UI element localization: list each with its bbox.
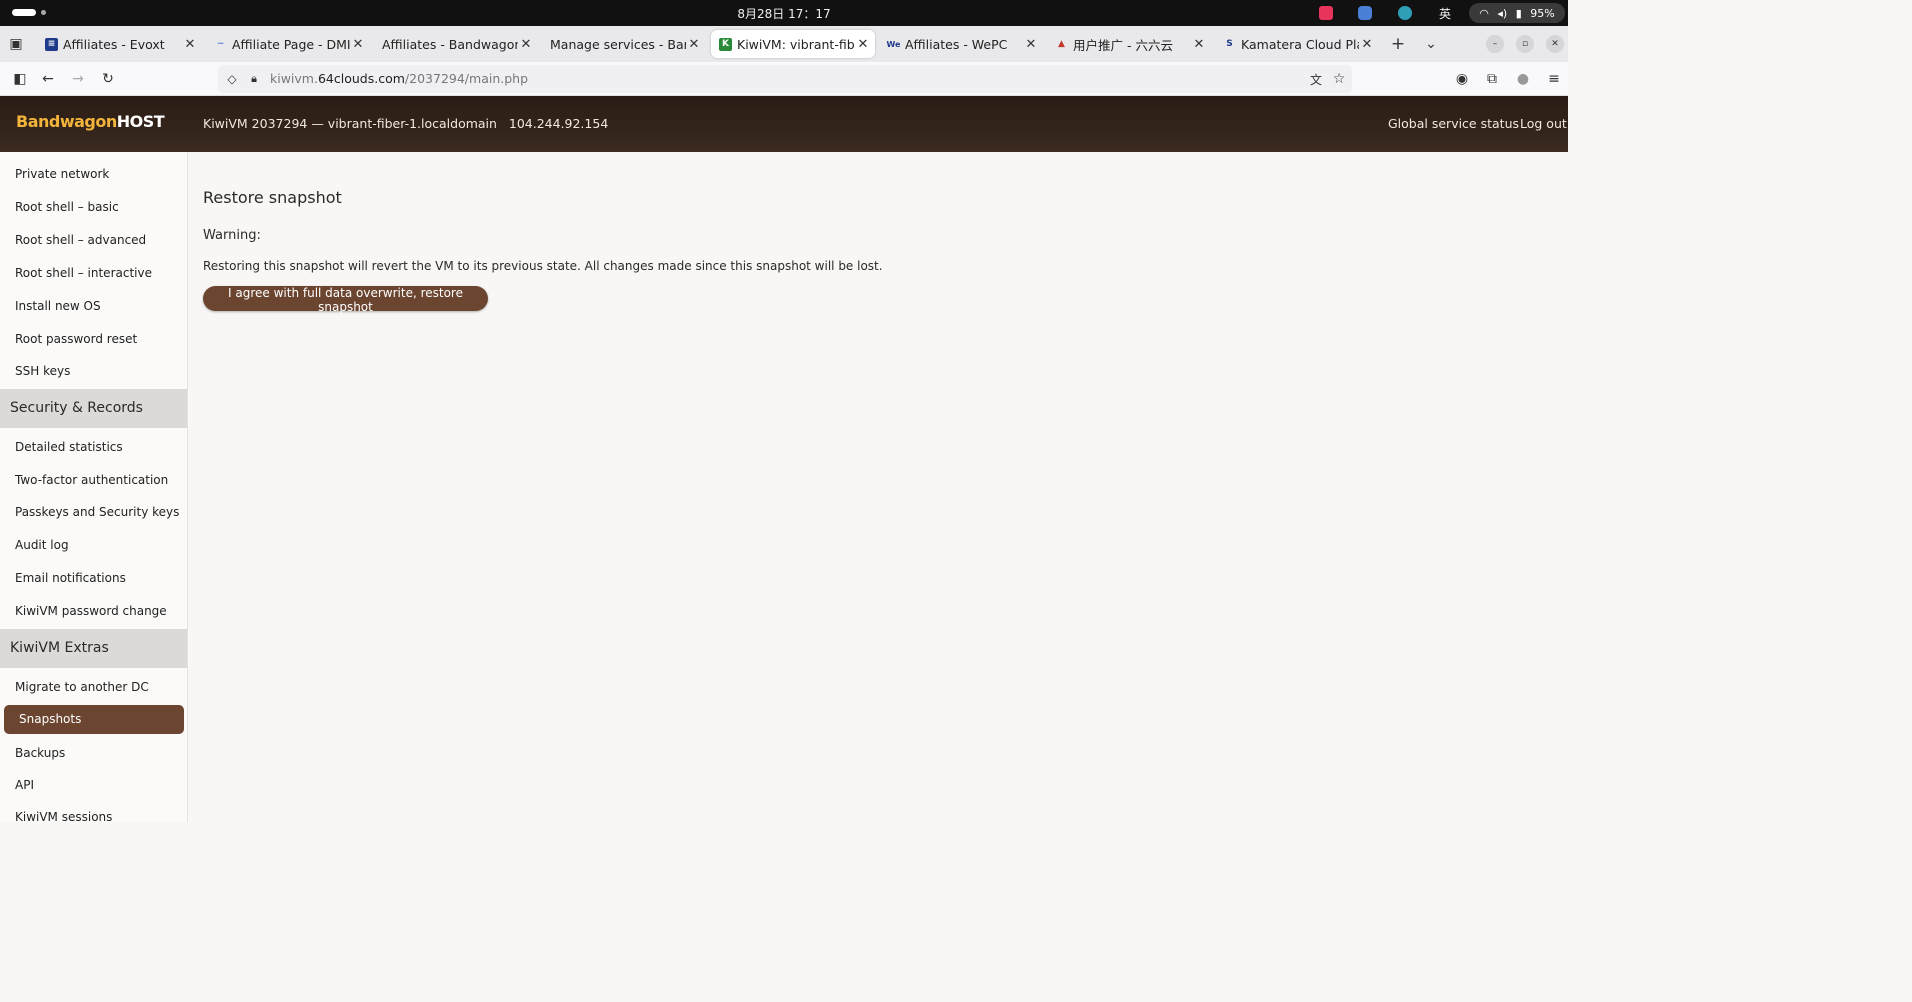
bookmark-star-icon[interactable]: ☆ bbox=[1329, 69, 1349, 89]
tab-overview-icon[interactable]: ▣ bbox=[6, 34, 26, 54]
new-tab-icon[interactable]: + bbox=[1388, 34, 1408, 54]
os-top-bar: 8月28日 17：17 英 ◠ ◂) ▮ 95% bbox=[0, 0, 1568, 26]
forward-arrow-icon[interactable]: → bbox=[68, 69, 88, 89]
tray-app-icon-teal[interactable] bbox=[1397, 3, 1413, 23]
sidebar-item-backups[interactable]: Backups bbox=[15, 746, 65, 760]
system-status-menu[interactable]: ◠ ◂) ▮ 95% bbox=[1469, 3, 1565, 23]
browser-tab-strip: ▣ ≡ Affiliates - Evoxt ✕ ~ Affiliate Pag… bbox=[0, 26, 1568, 62]
sidebar-item-root-shell-basic[interactable]: Root shell – basic bbox=[15, 200, 119, 214]
sidebar-item-audit-log[interactable]: Audit log bbox=[15, 538, 69, 552]
restore-icon[interactable]: ▫ bbox=[1516, 35, 1534, 53]
tab-dmit[interactable]: ~ Affiliate Page - DMIT, I ✕ bbox=[206, 30, 370, 58]
menu-icon[interactable]: ≡ bbox=[1544, 69, 1564, 89]
extensions-icon[interactable]: ⧉ bbox=[1482, 69, 1502, 89]
close-icon[interactable]: ✕ bbox=[855, 37, 871, 52]
tab-list-chevron-down-icon[interactable]: ⌄ bbox=[1421, 34, 1441, 54]
volume-icon: ◂) bbox=[1497, 6, 1508, 20]
close-icon[interactable]: ✕ bbox=[518, 37, 534, 52]
close-icon[interactable]: ✕ bbox=[1191, 37, 1207, 52]
sidebar-section-security: Security & Records bbox=[0, 389, 187, 428]
sidebar-item-snapshots[interactable]: Snapshots bbox=[4, 705, 184, 734]
kiwivm-favicon-icon: K bbox=[719, 37, 732, 51]
sidebar-item-root-shell-advanced[interactable]: Root shell – advanced bbox=[15, 233, 146, 247]
restore-snapshot-button[interactable]: I agree with full data overwrite, restor… bbox=[203, 286, 488, 314]
browser-nav-bar: ◧ ← → ↻ ◇ 🔒︎ kiwivm.64clouds.com/2037294… bbox=[0, 62, 1568, 96]
tray-app-icon-blue[interactable] bbox=[1357, 3, 1373, 23]
extension-circle-icon[interactable]: ● bbox=[1513, 69, 1533, 89]
battery-level: 95% bbox=[1530, 6, 1555, 20]
tab-kamatera[interactable]: S Kamatera Cloud Platfo ✕ bbox=[1215, 30, 1379, 58]
tab-bandwagon-affiliates[interactable]: Affiliates - BandwagonHo ✕ bbox=[374, 30, 538, 58]
site-header: BandwagonHOST KiwiVM 2037294 — vibrant-f… bbox=[0, 96, 1568, 152]
account-icon[interactable]: ◉ bbox=[1452, 69, 1472, 89]
tab-wepc[interactable]: We Affiliates - WePC ✕ bbox=[879, 30, 1043, 58]
close-icon[interactable]: ✕ bbox=[350, 37, 366, 52]
sidebar-item-migrate[interactable]: Migrate to another DC bbox=[15, 680, 149, 694]
window-close-icon[interactable]: ✕ bbox=[1546, 35, 1564, 53]
global-service-status-link[interactable]: Global service status bbox=[1388, 116, 1519, 131]
close-icon[interactable]: ✕ bbox=[1023, 37, 1039, 52]
sidebar-toggle-icon[interactable]: ◧ bbox=[10, 69, 30, 89]
sidebar-item-passkeys[interactable]: Passkeys and Security keys bbox=[15, 505, 179, 519]
sidebar-item-ssh-keys[interactable]: SSH keys bbox=[15, 364, 70, 378]
sidebar-item-two-factor-auth[interactable]: Two-factor authentication bbox=[15, 473, 168, 487]
sidebar-item-private-network[interactable]: Private network bbox=[15, 167, 109, 181]
lock-icon[interactable]: 🔒︎ bbox=[244, 69, 264, 89]
66yun-favicon-icon: ▲ bbox=[1058, 39, 1065, 49]
url-text[interactable]: kiwivm.64clouds.com/2037294/main.php bbox=[270, 71, 528, 86]
sidebar-item-kiwivm-password-change[interactable]: KiwiVM password change bbox=[15, 604, 167, 618]
close-icon[interactable]: ✕ bbox=[686, 37, 702, 52]
input-method-indicator[interactable]: 英 bbox=[1436, 3, 1454, 23]
sidebar: Private network Root shell – basic Root … bbox=[0, 152, 188, 822]
logout-link[interactable]: Log out bbox=[1520, 116, 1567, 131]
sidebar-item-kiwivm-sessions[interactable]: KiwiVM sessions bbox=[15, 810, 112, 822]
minimize-icon[interactable]: – bbox=[1486, 35, 1504, 53]
tab-manage-services[interactable]: Manage services - Bandw ✕ bbox=[542, 30, 706, 58]
sidebar-item-root-shell-interactive[interactable]: Root shell – interactive bbox=[15, 266, 152, 280]
close-icon[interactable]: ✕ bbox=[182, 37, 198, 52]
reload-icon[interactable]: ↻ bbox=[98, 69, 118, 89]
kamatera-favicon-icon: S bbox=[1226, 39, 1233, 49]
wepc-favicon-icon: We bbox=[886, 39, 901, 49]
sidebar-item-detailed-statistics[interactable]: Detailed statistics bbox=[15, 440, 123, 454]
sidebar-item-email-notifications[interactable]: Email notifications bbox=[15, 571, 126, 585]
evoxt-favicon-icon: ≡ bbox=[45, 37, 58, 51]
back-arrow-icon[interactable]: ← bbox=[38, 69, 58, 89]
sidebar-item-root-password-reset[interactable]: Root password reset bbox=[15, 332, 137, 346]
dmit-favicon-icon: ~ bbox=[216, 39, 225, 49]
vm-info: KiwiVM 2037294 — vibrant-fiber-1.localdo… bbox=[203, 116, 609, 131]
sidebar-section-extras: KiwiVM Extras bbox=[0, 629, 187, 668]
main-content: Restore snapshot Warning: Restoring this… bbox=[188, 152, 1568, 822]
translate-icon[interactable]: 文 bbox=[1306, 69, 1326, 89]
battery-icon: ▮ bbox=[1515, 6, 1522, 20]
sidebar-item-api[interactable]: API bbox=[15, 778, 34, 792]
tab-kiwivm[interactable]: K KiwiVM: vibrant-fiber-1 ✕ bbox=[711, 30, 875, 58]
page-title: Restore snapshot bbox=[203, 188, 342, 207]
address-bar[interactable]: ◇ 🔒︎ kiwivm.64clouds.com/2037294/main.ph… bbox=[218, 65, 1352, 93]
warning-label: Warning: bbox=[203, 228, 261, 243]
wifi-icon: ◠ bbox=[1479, 6, 1489, 20]
warning-text: Restoring this snapshot will revert the … bbox=[203, 259, 883, 273]
bandwagonhost-logo[interactable]: BandwagonHOST bbox=[16, 112, 165, 131]
close-icon[interactable]: ✕ bbox=[1359, 37, 1375, 52]
tab-evoxt[interactable]: ≡ Affiliates - Evoxt ✕ bbox=[37, 30, 202, 58]
shield-icon[interactable]: ◇ bbox=[222, 69, 242, 89]
sidebar-item-install-new-os[interactable]: Install new OS bbox=[15, 299, 101, 313]
tab-66yun[interactable]: ▲ 用户推广 - 六六云 ✕ bbox=[1047, 30, 1211, 58]
tray-app-icon-red[interactable] bbox=[1318, 3, 1334, 23]
